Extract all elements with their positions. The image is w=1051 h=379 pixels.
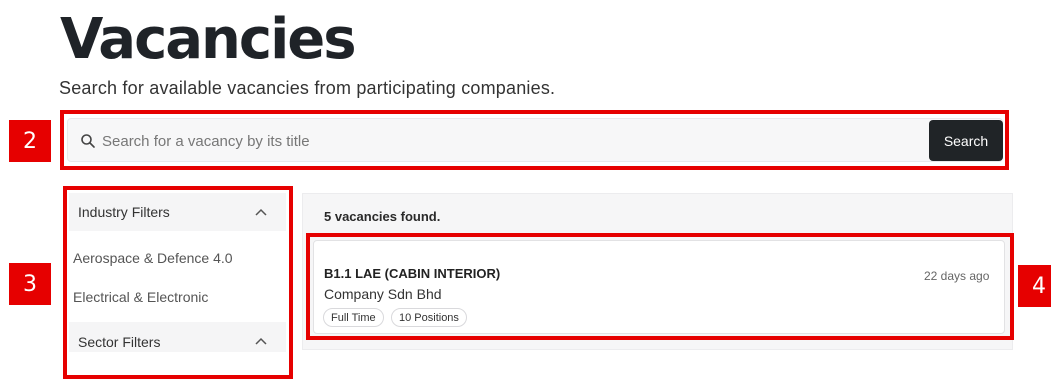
results-count: 5 vacancies found. (324, 209, 441, 224)
annotation-tag-3: 3 (9, 263, 51, 305)
annotation-frame-filters (63, 186, 293, 379)
page-subtitle: Search for available vacancies from part… (59, 78, 556, 98)
annotation-frame-search (60, 110, 1009, 170)
annotation-frame-vacancy (306, 233, 1014, 340)
annotation-tag-2: 2 (9, 120, 51, 162)
annotation-tag-4: 4 (1018, 265, 1051, 307)
page-title: Vacancies (60, 7, 357, 72)
